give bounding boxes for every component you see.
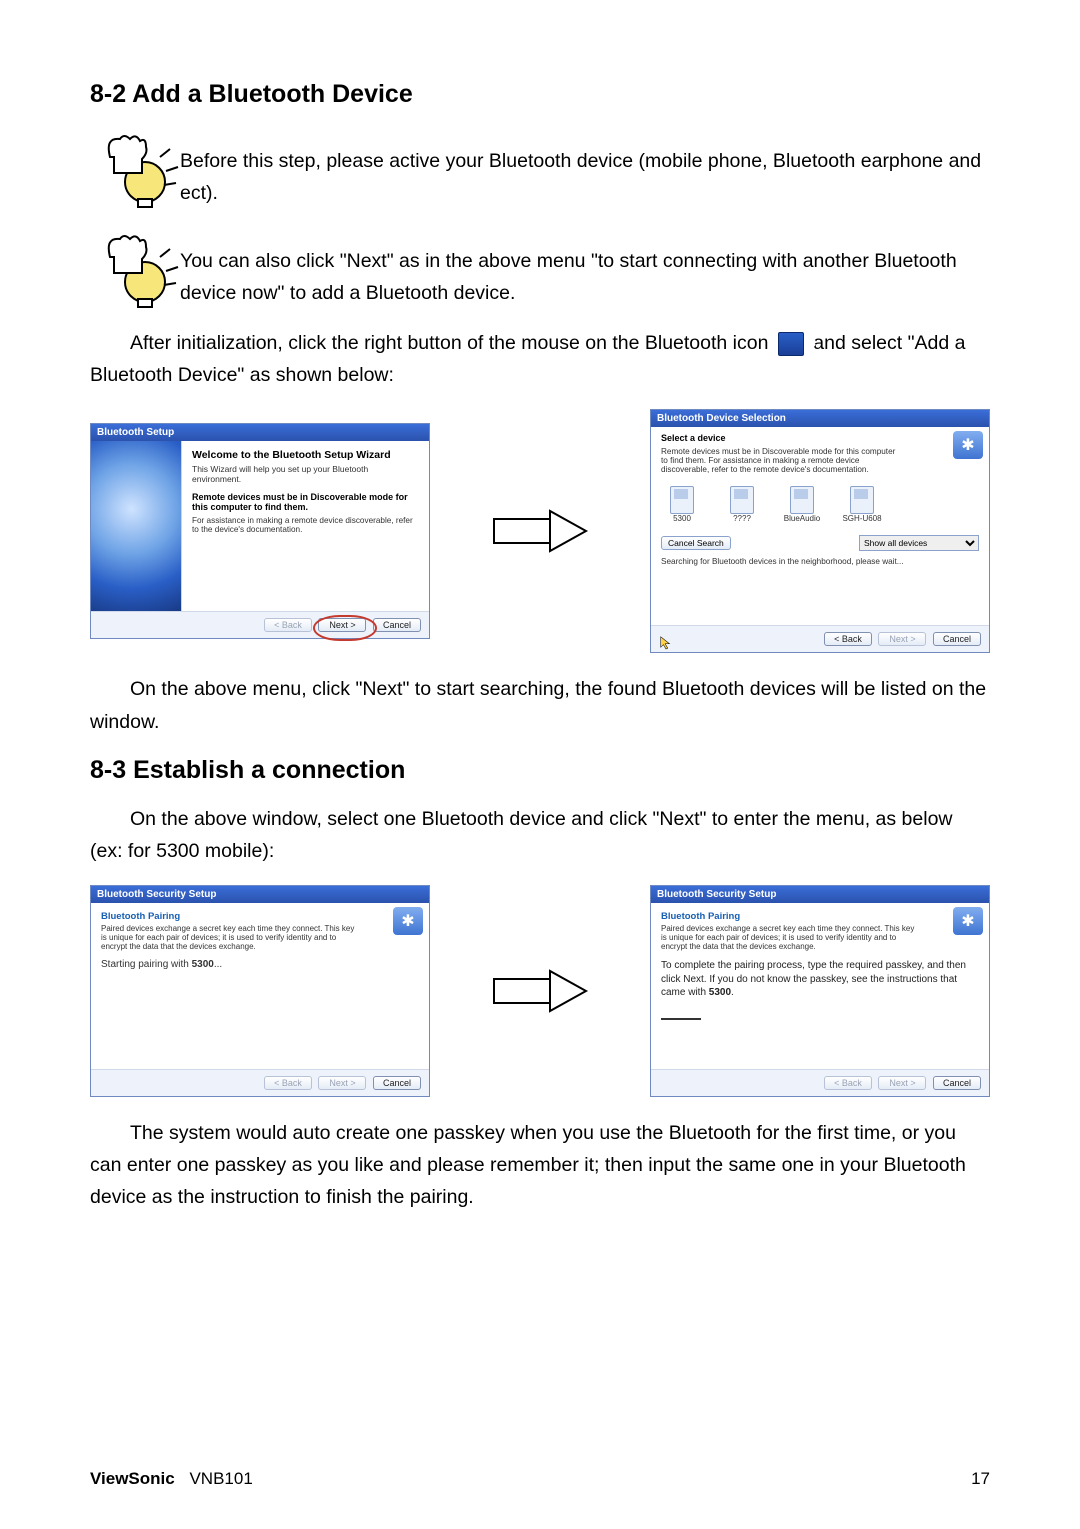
bluetooth-icon [953, 431, 983, 459]
page-number: 17 [971, 1469, 990, 1489]
tip-hand-bulb-icon [90, 227, 180, 317]
wizard-note-bold: Remote devices must be in Discoverable m… [192, 492, 419, 512]
section-heading-8-2: 8-2 Add a Bluetooth Device [90, 80, 990, 109]
page-footer: ViewSonic VNB101 17 [90, 1469, 990, 1489]
footer-model: VNB101 [189, 1469, 252, 1488]
cancel-button[interactable]: Cancel [373, 618, 421, 632]
pairing-status: Starting pairing with 5300... [101, 959, 419, 970]
device-item[interactable]: 5300 [661, 486, 703, 523]
back-button[interactable]: < Back [264, 618, 312, 632]
tip-row: You can also click "Next" as in the abov… [90, 227, 990, 317]
wizard-note: For assistance in making a remote device… [192, 516, 419, 534]
next-button[interactable]: Next > [878, 1076, 926, 1090]
phone-icon [850, 486, 874, 514]
dialog-bluetooth-setup: Bluetooth Setup Welcome to the Bluetooth… [90, 423, 430, 639]
dialog-security-setup: Bluetooth Security Setup Bluetooth Pairi… [90, 885, 430, 1097]
tip-text: You can also click "Next" as in the abov… [180, 227, 990, 309]
dialog-device-selection: Bluetooth Device Selection Select a devi… [650, 409, 990, 653]
pairing-subtext: Paired devices exchange a secret key eac… [101, 924, 361, 951]
footer-brand: ViewSonic [90, 1469, 175, 1488]
section-heading-8-3: 8-3 Establish a connection [90, 756, 990, 785]
phone-icon [730, 486, 754, 514]
screenshot-row: Bluetooth Security Setup Bluetooth Pairi… [90, 885, 990, 1097]
body-paragraph: On the above menu, click "Next" to start… [90, 673, 990, 737]
text: To complete the pairing process, type th… [661, 960, 966, 998]
passkey-input[interactable] [661, 1006, 701, 1020]
bluetooth-icon [953, 907, 983, 935]
pairing-instruction: To complete the pairing process, type th… [661, 959, 979, 1000]
screenshot-row: Bluetooth Setup Welcome to the Bluetooth… [90, 409, 990, 653]
pairing-subtext: Paired devices exchange a secret key eac… [661, 924, 921, 951]
text: Starting pairing with [101, 959, 192, 970]
back-button[interactable]: < Back [264, 1076, 312, 1090]
dialog-titlebar: Bluetooth Setup [91, 424, 429, 441]
body-paragraph: After initialization, click the right bu… [90, 327, 990, 391]
cancel-button[interactable]: Cancel [373, 1076, 421, 1090]
device-label: SGH-U608 [842, 514, 881, 523]
wizard-globe-graphic [91, 441, 182, 611]
device-item[interactable]: ???? [721, 486, 763, 523]
device-item[interactable]: BlueAudio [781, 486, 823, 523]
bluetooth-tray-icon [778, 332, 804, 356]
button-label: Next > [329, 620, 355, 630]
tip-hand-bulb-icon [90, 127, 180, 217]
device-item[interactable]: SGH-U608 [841, 486, 883, 523]
flow-arrow [490, 961, 590, 1021]
tip-row: Before this step, please active your Blu… [90, 127, 990, 217]
dialog-titlebar: Bluetooth Device Selection [651, 410, 989, 427]
device-filter-select[interactable]: Show all devices [859, 535, 979, 551]
cancel-search-button[interactable]: Cancel Search [661, 536, 731, 550]
back-button[interactable]: < Back [824, 1076, 872, 1090]
body-paragraph: On the above window, select one Bluetoot… [90, 803, 990, 867]
wizard-heading: Welcome to the Bluetooth Setup Wizard [192, 449, 419, 461]
document-page: 8-2 Add a Bluetooth Device Before this s… [0, 0, 1080, 1529]
body-paragraph: The system would auto create one passkey… [90, 1117, 990, 1214]
dialog-titlebar: Bluetooth Security Setup [651, 886, 989, 903]
pairing-heading: Bluetooth Pairing [101, 911, 419, 922]
device-list: 5300 ???? BlueAudio SGH-U608 [661, 480, 979, 533]
select-note: Remote devices must be in Discoverable m… [661, 447, 901, 474]
phone-icon [670, 486, 694, 514]
cancel-button[interactable]: Cancel [933, 1076, 981, 1090]
bluetooth-icon [393, 907, 423, 935]
wizard-subtext: This Wizard will help you set up your Bl… [192, 464, 419, 484]
cursor-icon [659, 634, 673, 650]
dialog-security-setup-passkey: Bluetooth Security Setup Bluetooth Pairi… [650, 885, 990, 1097]
text: ... [214, 959, 222, 970]
device-name: 5300 [192, 959, 214, 970]
device-label: 5300 [673, 514, 691, 523]
pairing-heading: Bluetooth Pairing [661, 911, 979, 922]
cancel-button[interactable]: Cancel [933, 632, 981, 646]
text: After initialization, click the right bu… [130, 332, 774, 354]
next-button[interactable]: Next > [318, 618, 366, 632]
device-label: ???? [733, 514, 751, 523]
select-heading: Select a device [661, 433, 979, 443]
search-status: Searching for Bluetooth devices in the n… [661, 557, 979, 566]
device-name: 5300 [709, 987, 731, 998]
tip-text: Before this step, please active your Blu… [180, 127, 990, 209]
device-label: BlueAudio [784, 514, 820, 523]
dialog-titlebar: Bluetooth Security Setup [91, 886, 429, 903]
flow-arrow [490, 501, 590, 561]
headset-icon [790, 486, 814, 514]
back-button[interactable]: < Back [824, 632, 872, 646]
text: . [731, 987, 734, 998]
next-button[interactable]: Next > [878, 632, 926, 646]
next-button[interactable]: Next > [318, 1076, 366, 1090]
